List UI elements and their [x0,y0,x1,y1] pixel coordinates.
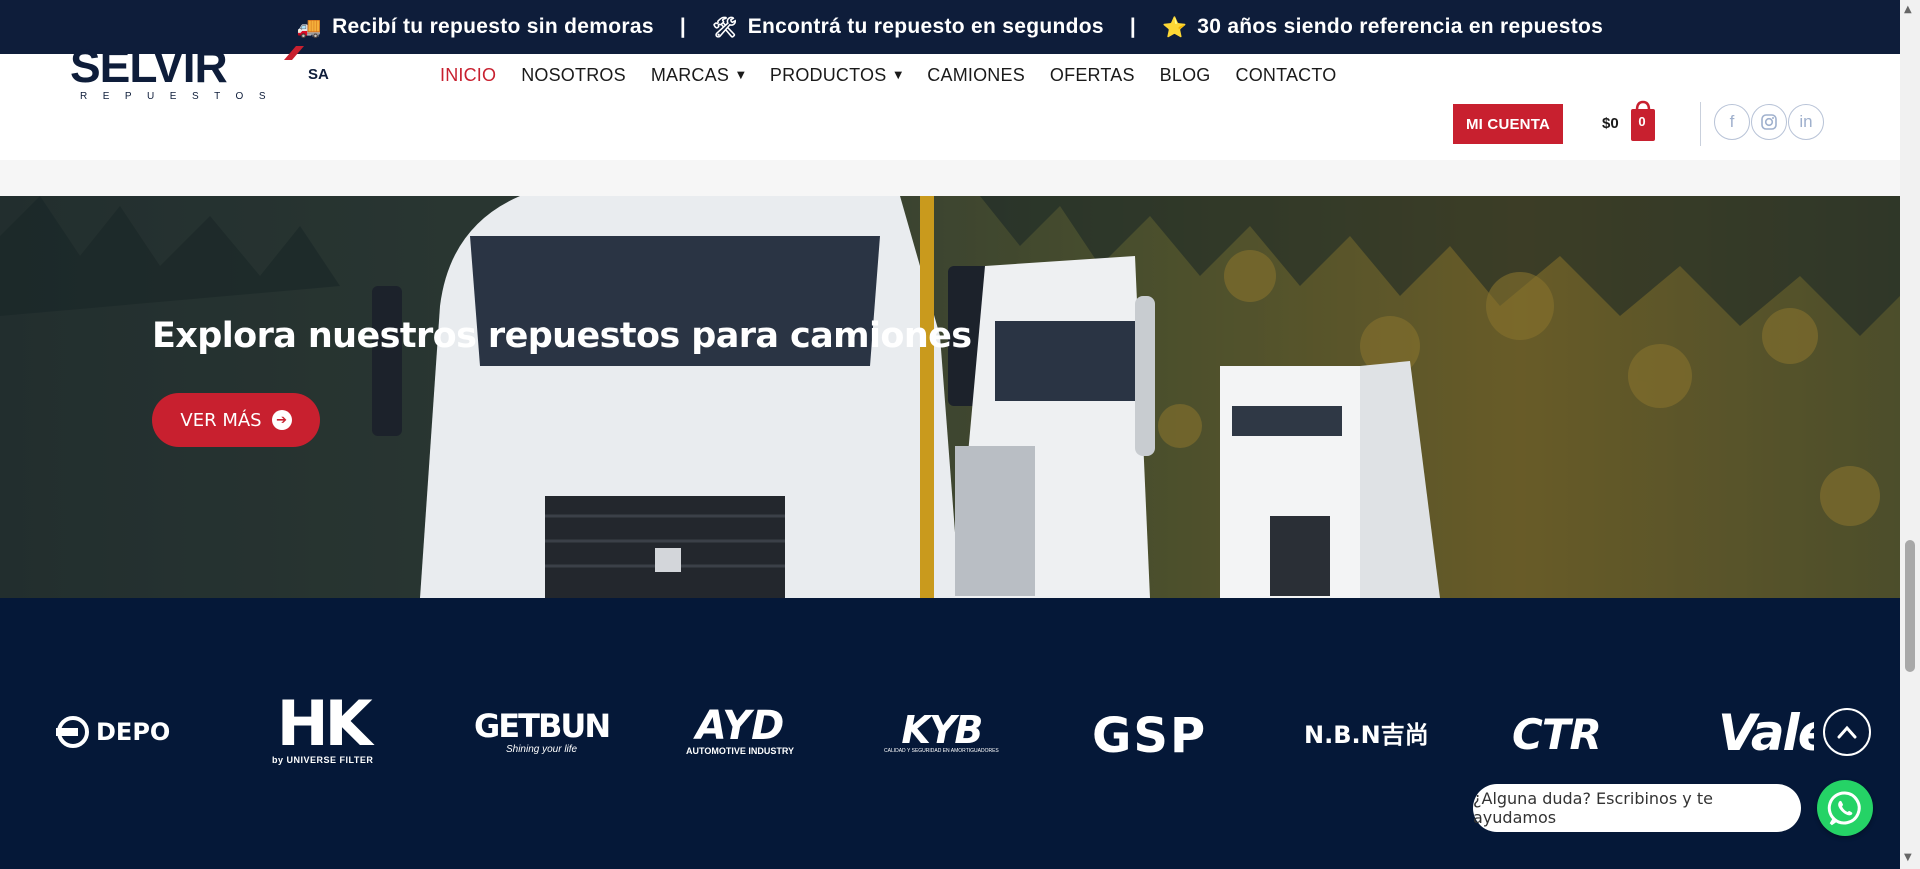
nav-label: INICIO [440,64,497,85]
chat-prompt-text: ¿Alguna duda? Escribinos y te ayudamos [1473,789,1713,827]
selvir-logo[interactable]: SELVIR SA REPUESTOS [70,46,336,102]
nav-item-ofertas[interactable]: OFERTAS [1050,65,1135,86]
instagram-glyph [1761,114,1777,130]
nav-label: MARCAS [650,64,730,85]
brand-name: HK [276,687,373,760]
cart-count-badge: 0 [1638,114,1646,129]
logo-suffix: SA [308,66,329,83]
truck-middle [955,256,1155,598]
tools-icon: 🛠 [712,15,738,39]
nav-item-camiones[interactable]: CAMIONES [927,65,1025,86]
instagram-icon[interactable] [1751,104,1787,140]
hero-button-label: VER MÁS [180,409,262,431]
announcement-text: Recibí tu repuesto sin demoras [332,15,654,38]
hero-title: Explora nuestros repuestos para camiones [152,316,972,356]
announcement-item-search: 🛠 Encontrá tu repuesto en segundos [712,15,1104,39]
scroll-to-top-button[interactable] [1823,708,1871,756]
separator: | [1129,15,1137,38]
brand-logo-hk[interactable]: HK by UNIVERSE FILTER [272,687,374,766]
brand-name: N.B.N吉尚 [1304,721,1429,749]
my-account-button[interactable]: MI CUENTA [1453,104,1563,144]
header-divider [1700,102,1701,146]
truck-icon: 🚚 [296,15,323,39]
brand-name: KYB [901,708,983,752]
nav-label: CONTACTO [1235,64,1337,85]
logo-tagline: REPUESTOS [80,91,281,102]
brand-name: Valeo [1718,706,1814,760]
brand-name: GETBUN [474,707,611,745]
arrow-right-circle-icon: ➔ [271,410,292,430]
truck-front [372,196,990,598]
logo-accent-icon [284,46,304,60]
hero-ver-mas-button[interactable]: VER MÁS ➔ [152,393,320,447]
scrollbar-thumb[interactable] [1905,540,1915,672]
brand-logo-getbun[interactable]: GETBUN Shining your life [474,707,611,755]
scroll-up-arrow-icon[interactable]: ▲ [1904,4,1912,15]
announcement-item-delivery: 🚚 Recibí tu repuesto sin demoras [297,15,654,39]
brand-logo-ayd[interactable]: AYD AUTOMOTIVE INDUSTRY [686,706,794,756]
brand-name: CTR [1512,710,1602,759]
nav-item-marcas[interactable]: MARCAS ▼ [651,65,745,86]
nav-item-blog[interactable]: BLOG [1160,65,1211,86]
scroll-down-arrow-icon[interactable]: ▼ [1904,852,1912,863]
caret-down-icon: ▼ [737,69,745,81]
nav-label: CAMIONES [927,64,1025,85]
brand-logo-nbn[interactable]: N.B.N吉尚 [1304,721,1429,749]
star-icon: ⭐ [1162,15,1188,39]
brand-logo-valeo[interactable]: Valeo [1718,706,1814,760]
nav-item-contacto[interactable]: CONTACTO [1236,65,1337,86]
nav-label: NOSOTROS [521,64,626,85]
brand-logo-depo[interactable]: DEPO [56,715,170,749]
logo-name: SELVIR [70,46,228,92]
announcement-item-experience: ⭐ 30 años siendo referencia en repuestos [1162,15,1603,39]
linkedin-icon[interactable]: in [1788,104,1824,140]
main-nav: INICIO NOSOTROS MARCAS ▼ PRODUCTOS ▼ CAMIO… [440,60,1336,90]
announcement-text: Encontrá tu repuesto en segundos [747,15,1104,38]
brand-sub: by UNIVERSE FILTER [272,755,374,765]
caret-down-icon: ▼ [894,69,903,81]
announcement-text: 30 años siendo referencia en repuestos [1197,15,1604,38]
brand-name: GSP [1092,708,1208,764]
depo-emblem-icon [56,716,89,748]
facebook-glyph: f [1729,112,1735,131]
whatsapp-icon [1827,791,1861,826]
nav-label: BLOG [1159,64,1211,85]
chat-prompt-bubble[interactable]: ¿Alguna duda? Escribinos y te ayudamos [1473,784,1801,832]
facebook-icon[interactable]: f [1714,104,1750,140]
linkedin-glyph: in [1799,112,1813,131]
header-subband [0,160,1900,197]
truck-back [1220,361,1440,598]
nav-item-productos[interactable]: PRODUCTOS ▼ [770,65,902,86]
brand-logo-kyb[interactable]: KYB CALIDAD Y SEGURIDAD EN AMORTIGUADORE… [884,708,999,754]
cart-total[interactable]: $0 [1602,115,1619,132]
whatsapp-button[interactable] [1817,780,1873,836]
brand-sub: CALIDAD Y SEGURIDAD EN AMORTIGUADORES [884,748,999,754]
nav-label: OFERTAS [1049,64,1135,85]
chevron-up-icon [1837,725,1857,739]
brand-sub: AUTOMOTIVE INDUSTRY [686,746,795,756]
separator: | [679,15,686,38]
brand-name: AYD [695,703,785,749]
brand-logo-ctr[interactable]: CTR [1512,710,1602,759]
nav-label: PRODUCTOS [769,64,887,85]
brand-logo-gsp[interactable]: GSP [1092,710,1207,762]
brand-name: DEPO [96,718,171,746]
page-scrollbar[interactable]: ▲ ▼ [1900,0,1920,869]
brand-sub: Shining your life [505,744,578,755]
nav-item-nosotros[interactable]: NOSOTROS [521,65,626,86]
nav-item-inicio[interactable]: INICIO [440,65,496,86]
